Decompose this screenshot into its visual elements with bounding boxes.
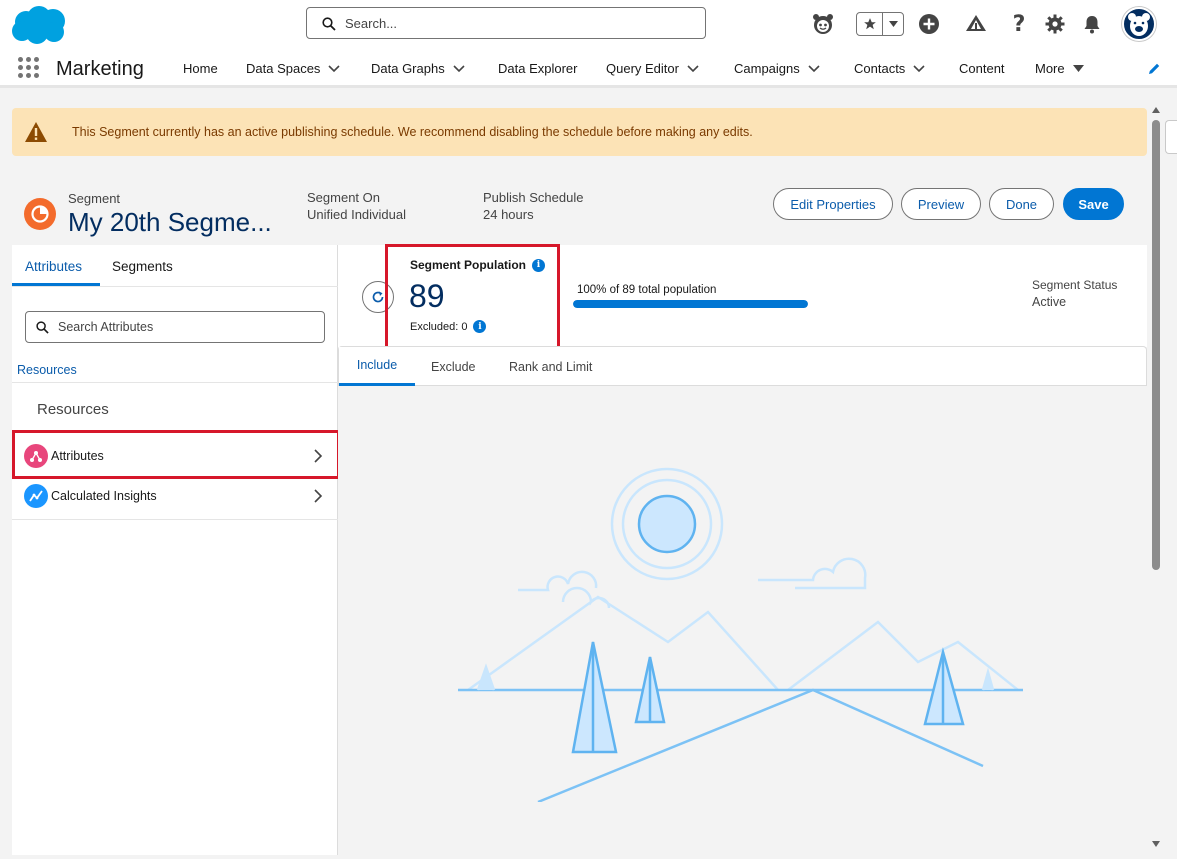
user-avatar[interactable] [1122,7,1156,41]
canvas-tabs: Include Exclude Rank and Limit [338,346,1147,386]
done-button[interactable]: Done [989,188,1054,220]
search-icon [36,321,49,334]
breadcrumb-resources[interactable]: Resources [17,363,77,377]
scroll-up-arrow-icon[interactable] [1151,106,1161,114]
segment-on-label: Segment On [307,190,380,205]
nav-item-data-graphs[interactable]: Data Graphs [371,61,465,76]
tab-attributes[interactable]: Attributes [25,259,82,274]
gear-icon[interactable] [1042,11,1068,37]
scrollbar-thumb[interactable] [1152,120,1160,570]
segment-status-label: Segment Status [1032,278,1118,292]
favorites-star-icon[interactable] [857,13,883,35]
app-navigation-bar: Marketing Home Data Spaces Data Graphs D… [0,48,1177,88]
save-button[interactable]: Save [1063,188,1124,220]
setup-trailhead-icon[interactable] [963,11,989,37]
publish-schedule-label: Publish Schedule [483,190,584,205]
chevron-down-icon[interactable] [808,64,820,73]
chevron-down-icon[interactable] [453,64,465,73]
scroll-down-arrow-icon[interactable] [1151,840,1161,848]
resource-item-calculated-insights[interactable]: Calculated Insights [12,476,338,516]
resources-heading: Resources [37,401,109,418]
header-utility-icons: ? [810,7,1170,41]
notification-bell-icon[interactable] [1079,11,1105,37]
edit-nav-pencil-icon[interactable] [1147,62,1161,81]
chevron-down-icon[interactable] [883,13,903,35]
edit-properties-button[interactable]: Edit Properties [773,188,893,220]
segment-canvas[interactable] [338,386,1147,856]
divider [12,382,338,383]
tab-include[interactable]: Include [339,347,415,386]
resources-panel: Attributes Segments Search Attributes Re… [12,245,338,855]
chevron-down-icon[interactable] [687,64,699,73]
search-attributes-input[interactable]: Search Attributes [25,311,325,343]
segment-status-value: Active [1032,295,1067,309]
publishing-schedule-alert: This Segment currently has an active pub… [12,108,1147,156]
search-placeholder: Search... [345,16,398,31]
search-attributes-placeholder: Search Attributes [58,320,154,334]
caret-down-icon[interactable] [1072,65,1084,72]
nav-item-data-spaces[interactable]: Data Spaces [246,61,341,76]
refresh-icon [372,291,384,303]
population-progress-fill [573,300,808,308]
alert-message: This Segment currently has an active pub… [72,125,753,139]
publish-schedule-value: 24 hours [483,207,534,222]
segment-record-icon [24,198,56,230]
add-icon[interactable] [916,11,942,37]
divider [12,519,338,520]
highlight-attributes [12,430,340,479]
warning-icon [25,122,47,142]
segment-on-value: Unified Individual [307,207,407,222]
search-icon [322,17,336,31]
tab-divider [12,286,338,287]
app-name: Marketing [56,58,144,80]
side-panel-toggle[interactable] [1165,120,1177,154]
resource-item-label: Calculated Insights [51,489,157,503]
einstein-icon[interactable] [810,11,836,37]
population-bar-label: 100% of 89 total population [577,284,717,296]
nav-item-more[interactable]: More [1035,61,1084,76]
highlight-segment-population [385,244,560,350]
nav-item-query-editor[interactable]: Query Editor [606,61,699,76]
preview-button[interactable]: Preview [901,188,981,220]
record-type-label: Segment [68,191,121,206]
global-header: Search... ? [0,0,1177,48]
app-launcher-icon[interactable] [18,57,39,78]
nav-item-content[interactable]: Content [959,61,1005,76]
help-icon[interactable]: ? [1006,11,1032,37]
tab-exclude[interactable]: Exclude [431,347,475,386]
tab-segments[interactable]: Segments [112,259,173,274]
nav-item-campaigns[interactable]: Campaigns [734,61,820,76]
nav-item-contacts[interactable]: Contacts [854,61,925,76]
tab-rank-and-limit[interactable]: Rank and Limit [509,347,592,386]
global-search-input[interactable]: Search... [306,7,706,39]
chevron-right-icon [314,489,323,503]
favorites-group[interactable] [856,12,904,36]
record-title: My 20th Segme... [68,207,272,237]
page-scrollbar[interactable] [1149,104,1163,856]
nav-item-home[interactable]: Home [183,61,218,76]
nav-item-data-explorer[interactable]: Data Explorer [498,61,577,76]
calculated-insights-icon [24,484,48,508]
population-progress-bar [573,300,808,308]
chevron-down-icon[interactable] [913,64,925,73]
chevron-down-icon[interactable] [328,64,341,73]
empty-state-illustration [458,467,1023,802]
salesforce-logo[interactable] [10,4,72,46]
